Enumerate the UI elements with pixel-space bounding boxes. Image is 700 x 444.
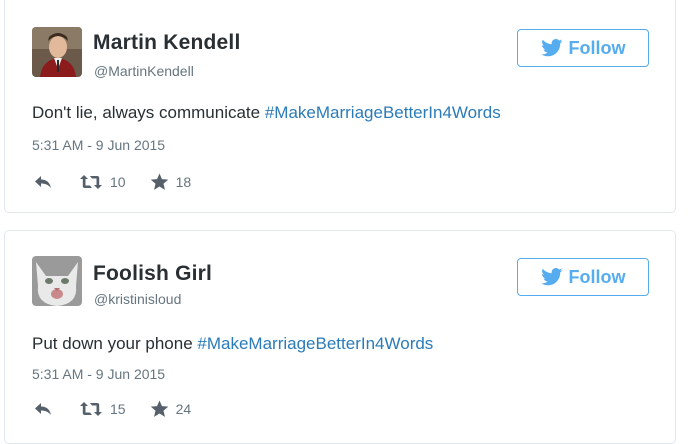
tweet-card: Foolish Girl @kristinisloud Follow Put d… xyxy=(4,230,676,444)
tweet-text: Don't lie, always communicate #MakeMarri… xyxy=(32,103,501,123)
tweet-text-body: Don't lie, always communicate xyxy=(32,103,265,122)
twitter-bird-icon xyxy=(540,268,562,286)
timestamp[interactable]: 5:31 AM - 9 Jun 2015 xyxy=(32,366,165,382)
tweet-card: Martin Kendell @MartinKendell Follow Don… xyxy=(4,0,676,213)
reply-icon xyxy=(35,176,51,188)
avatar-image xyxy=(32,256,82,306)
follow-label: Follow xyxy=(568,37,626,58)
follow-label: Follow xyxy=(568,266,626,287)
reply-icon xyxy=(35,403,51,415)
retweet-button[interactable]: 15 xyxy=(79,401,150,417)
twitter-bird-icon xyxy=(540,39,562,57)
favorite-star-icon xyxy=(150,400,168,417)
follow-button[interactable]: Follow xyxy=(517,258,649,296)
display-name[interactable]: Foolish Girl xyxy=(93,262,212,286)
favorite-button[interactable]: 24 xyxy=(150,400,192,418)
tweet-actions: 10 18 xyxy=(33,173,191,191)
favorite-count: 24 xyxy=(175,401,192,417)
retweet-icon xyxy=(80,402,102,416)
retweet-icon xyxy=(80,175,102,189)
timestamp[interactable]: 5:31 AM - 9 Jun 2015 xyxy=(32,137,165,153)
favorite-count: 18 xyxy=(175,174,192,190)
tweet-text: Put down your phone #MakeMarriageBetterI… xyxy=(32,334,433,354)
retweet-count: 15 xyxy=(110,401,126,417)
tweet-text-body: Put down your phone xyxy=(32,334,198,353)
avatar[interactable] xyxy=(32,27,82,77)
retweet-count: 10 xyxy=(110,174,126,190)
hashtag-link[interactable]: #MakeMarriageBetterIn4Words xyxy=(265,103,501,122)
tweet-actions: 15 24 xyxy=(33,400,191,418)
favorite-button[interactable]: 18 xyxy=(150,173,192,191)
user-handle[interactable]: @kristinisloud xyxy=(94,291,181,307)
avatar[interactable] xyxy=(32,256,82,306)
reply-button[interactable] xyxy=(33,174,79,190)
retweet-button[interactable]: 10 xyxy=(79,174,150,190)
hashtag-link[interactable]: #MakeMarriageBetterIn4Words xyxy=(197,334,433,353)
favorite-star-icon xyxy=(150,173,168,190)
avatar-image xyxy=(32,27,82,77)
user-handle[interactable]: @MartinKendell xyxy=(94,63,194,79)
reply-button[interactable] xyxy=(33,401,79,417)
display-name[interactable]: Martin Kendell xyxy=(93,31,240,55)
follow-button[interactable]: Follow xyxy=(517,29,649,67)
